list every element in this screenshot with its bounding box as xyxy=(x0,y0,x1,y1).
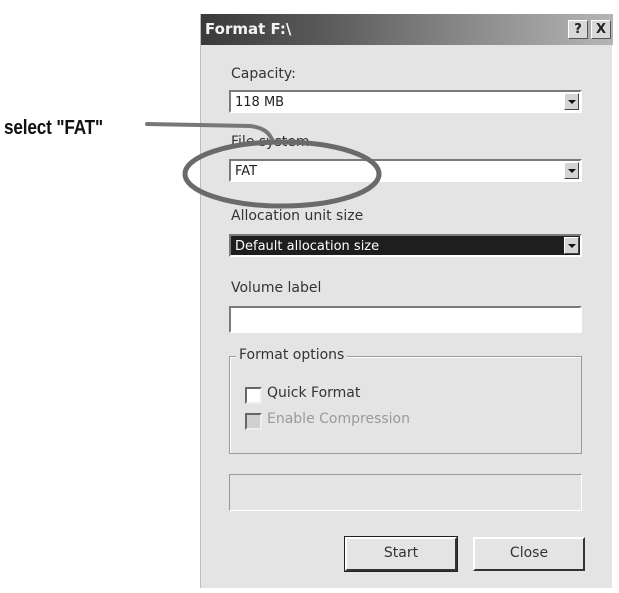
callout-overlay xyxy=(145,122,382,209)
callout-pointer-line xyxy=(145,122,274,142)
highlight-ellipse xyxy=(182,139,382,209)
